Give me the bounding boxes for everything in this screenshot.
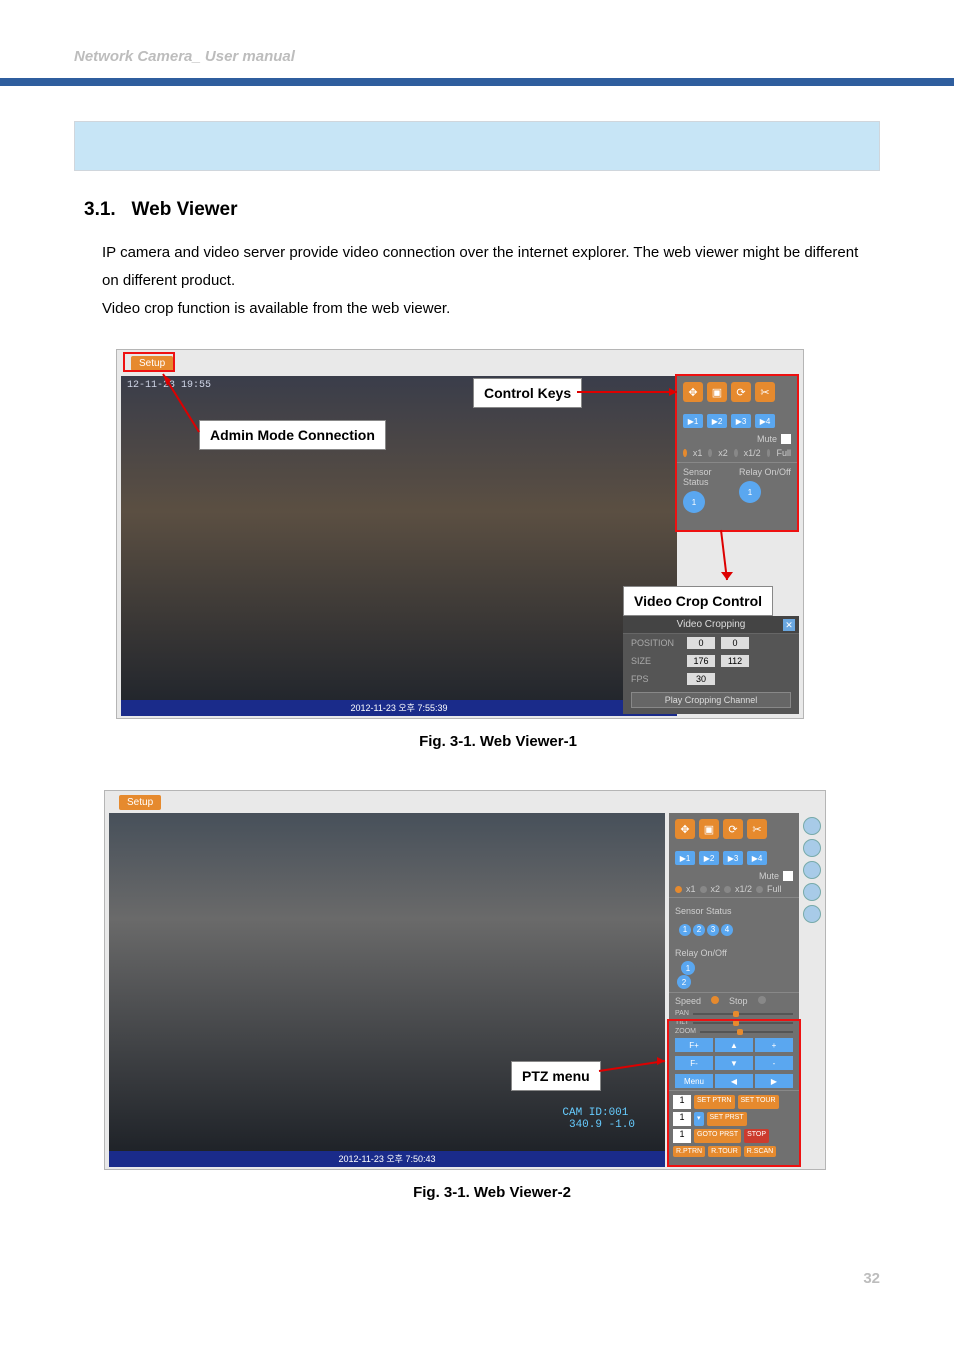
preset2-3-button[interactable]: ▶3: [723, 851, 743, 865]
crop-position-label: POSITION: [631, 638, 681, 648]
side-icon-4[interactable]: [803, 883, 821, 901]
video-crop-callout: Video Crop Control: [623, 586, 773, 616]
crop-size-h[interactable]: 112: [721, 655, 749, 667]
section-heading: 3.1. Web Viewer: [84, 199, 880, 221]
crop-fps-label: FPS: [631, 674, 681, 684]
sensor2-badge-4[interactable]: 4: [721, 924, 733, 936]
scale2-full-radio[interactable]: [756, 886, 763, 893]
scale2-x1-radio[interactable]: [675, 886, 682, 893]
speed-radio[interactable]: [711, 996, 719, 1004]
pan-slider[interactable]: [693, 1013, 793, 1015]
setup-button-2[interactable]: Setup: [119, 795, 161, 810]
scale2-full-label: Full: [767, 884, 782, 894]
side-icon-column: [803, 817, 821, 923]
ptz-highlight-box: [667, 1019, 801, 1167]
mute-label-2: Mute: [759, 871, 779, 881]
speed-label: Speed: [675, 996, 701, 1006]
video-feed-2: CAM ID:001 340.9 -1.0 2012-11-23 오후 7:50…: [109, 813, 665, 1167]
sensor2-badge-2[interactable]: 2: [693, 924, 705, 936]
scale2-x1-label: x1: [686, 884, 696, 894]
figure-2: Setup CAM ID:001 340.9 -1.0 2012-11-23 오…: [104, 790, 826, 1170]
stop-radio[interactable]: [758, 996, 766, 1004]
osd-timestamp: 12-11-23 19:55: [127, 380, 211, 391]
page-number: 32: [863, 1270, 880, 1287]
setup-highlight-box: [123, 352, 175, 372]
crop-panel-title: Video Cropping ✕: [623, 616, 799, 634]
admin-mode-callout: Admin Mode Connection: [199, 420, 386, 450]
viewer-toolbar-2: [105, 791, 825, 813]
crop-fps[interactable]: 30: [687, 673, 715, 685]
relay2-badge-2[interactable]: 2: [677, 975, 691, 989]
video-crop-panel: Video Cropping ✕ POSITION 0 0 SIZE 176 1…: [623, 616, 799, 714]
play-cropping-button[interactable]: Play Cropping Channel: [631, 692, 791, 708]
sensor2-badge-1[interactable]: 1: [679, 924, 691, 936]
header-divider: [0, 78, 954, 86]
viewer-toolbar: [117, 350, 803, 376]
scale2-half-radio[interactable]: [724, 886, 731, 893]
side-icon-2[interactable]: [803, 839, 821, 857]
timestamp-bar: 2012-11-23 오후 7:55:39: [121, 700, 677, 716]
mute-checkbox-2[interactable]: [783, 871, 793, 881]
refresh-icon-2[interactable]: ⟳: [723, 819, 743, 839]
relay2-badge-1[interactable]: 1: [681, 961, 695, 975]
control-panel-highlight-box: [675, 374, 799, 532]
section-number: 3.1.: [84, 199, 116, 220]
joystick-icon-2[interactable]: ✥: [675, 819, 695, 839]
osd-cam-info: CAM ID:001 340.9 -1.0: [562, 1107, 635, 1131]
figure-1-caption: Fig. 3-1. Web Viewer-1: [116, 733, 880, 750]
preset2-4-button[interactable]: ▶4: [747, 851, 767, 865]
scale2-x2-label: x2: [711, 884, 721, 894]
relay-label-2: Relay On/Off: [675, 948, 727, 958]
side-icon-5[interactable]: [803, 905, 821, 923]
crop-close-button[interactable]: ✕: [783, 619, 795, 631]
paragraph-1: IP camera and video server provide video…: [102, 239, 874, 295]
preset2-1-button[interactable]: ▶1: [675, 851, 695, 865]
side-icon-3[interactable]: [803, 861, 821, 879]
crop-position-x[interactable]: 0: [687, 637, 715, 649]
side-icon-1[interactable]: [803, 817, 821, 835]
crop-size-w[interactable]: 176: [687, 655, 715, 667]
running-header: Network Camera_ User manual: [74, 48, 880, 65]
crop-position-y[interactable]: 0: [721, 637, 749, 649]
figure-1: Setup 12-11-23 19:55 2012-11-23 오후 7:55:…: [116, 349, 804, 719]
scale2-x2-radio[interactable]: [700, 886, 707, 893]
scale2-half-label: x1/2: [735, 884, 752, 894]
stop-label: Stop: [729, 996, 748, 1006]
figure-2-caption: Fig. 3-1. Web Viewer-2: [104, 1184, 880, 1201]
sensor2-badge-3[interactable]: 3: [707, 924, 719, 936]
preset2-2-button[interactable]: ▶2: [699, 851, 719, 865]
camera-icon-2[interactable]: ▣: [699, 819, 719, 839]
sensor-status-label-2: Sensor Status: [675, 906, 732, 916]
crop-size-label: SIZE: [631, 656, 681, 666]
pan-label: PAN: [675, 1010, 689, 1017]
chapter-banner: [74, 121, 880, 171]
paragraph-2: Video crop function is available from th…: [102, 295, 874, 323]
control-keys-callout: Control Keys: [473, 378, 582, 408]
crop-icon-2[interactable]: ✂: [747, 819, 767, 839]
ptz-menu-callout: PTZ menu: [511, 1061, 601, 1091]
section-title-text: Web Viewer: [132, 199, 238, 220]
timestamp-bar-2: 2012-11-23 오후 7:50:43: [109, 1151, 665, 1167]
